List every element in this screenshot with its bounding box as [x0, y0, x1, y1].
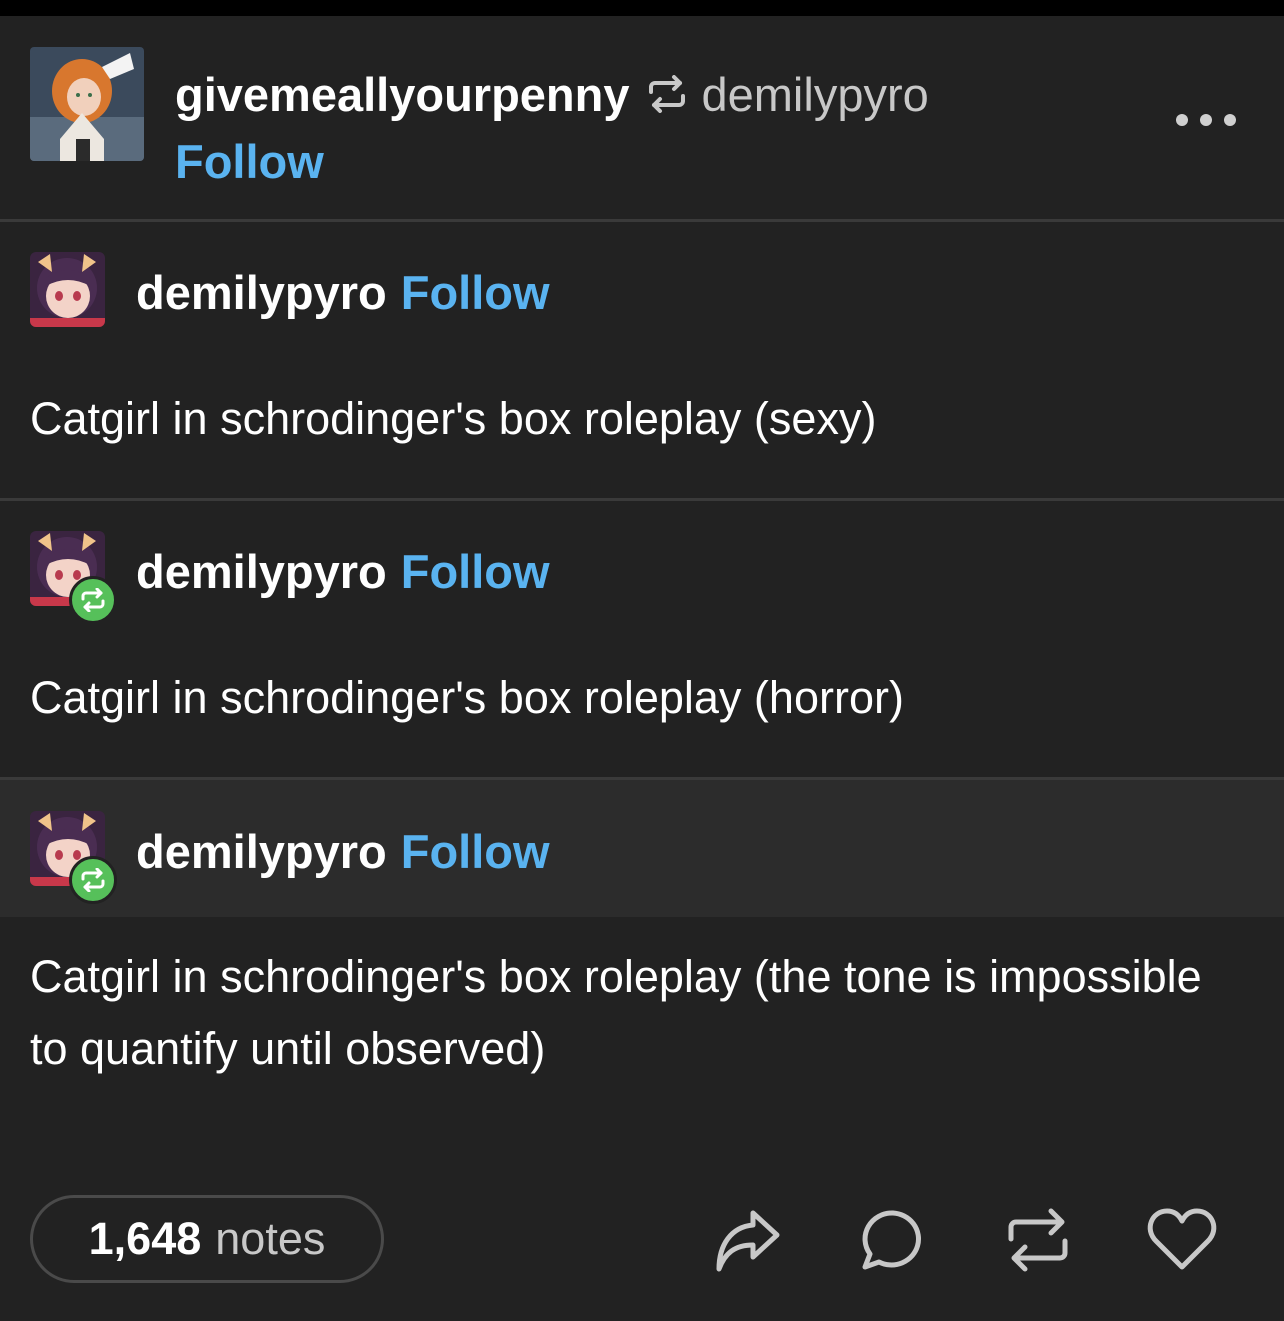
reblog-icon[interactable] [1002, 1204, 1074, 1276]
post-text: Catgirl in schrodinger's box roleplay (s… [30, 393, 877, 444]
divider [0, 498, 1284, 501]
post-header: givemeallyourpenny demilypyro Follow [0, 16, 1284, 221]
status-bar-strip [0, 0, 1284, 16]
trail-header: demilypyro Follow [0, 780, 1284, 917]
divider [0, 219, 1284, 222]
notes-label: notes [215, 1213, 326, 1264]
trail-username[interactable]: demilypyro [136, 266, 387, 319]
trail-header: demilypyro Follow [0, 504, 1284, 641]
more-horizontal-icon[interactable] [1176, 114, 1236, 128]
follow-button[interactable]: Follow [401, 266, 550, 319]
post-title-row: givemeallyourpenny demilypyro [175, 64, 929, 124]
reblogger-username[interactable]: givemeallyourpenny [175, 67, 630, 122]
post-text: Catgirl in schrodinger's box roleplay (t… [30, 951, 1202, 1074]
dot [1200, 114, 1212, 126]
follow-button[interactable]: Follow [401, 825, 550, 878]
dot [1224, 114, 1236, 126]
like-icon[interactable] [1146, 1204, 1218, 1276]
reblog-badge-icon [69, 856, 117, 904]
trail-username[interactable]: demilypyro [136, 825, 387, 878]
trail-avatar[interactable] [30, 252, 105, 327]
trail-username[interactable]: demilypyro [136, 545, 387, 598]
follow-button[interactable]: Follow [401, 545, 550, 598]
post-text: Catgirl in schrodinger's box roleplay (h… [30, 672, 904, 723]
reblog-badge-icon [69, 576, 117, 624]
follow-button[interactable]: Follow [175, 134, 324, 189]
trail-user-row: demilypyro Follow [136, 544, 550, 599]
reblogger-avatar[interactable] [30, 47, 144, 161]
notes-count: 1,648 [88, 1213, 202, 1264]
reply-icon[interactable] [856, 1204, 928, 1276]
share-icon[interactable] [712, 1204, 784, 1276]
trail-user-row: demilypyro Follow [136, 824, 550, 879]
dot [1176, 114, 1188, 126]
trail-user-row: demilypyro Follow [136, 265, 550, 320]
source-username[interactable]: demilypyro [702, 67, 929, 122]
reblog-icon [646, 75, 688, 113]
trail-header: demilypyro Follow [0, 225, 1284, 362]
notes-button[interactable]: 1,648 notes [30, 1195, 384, 1283]
